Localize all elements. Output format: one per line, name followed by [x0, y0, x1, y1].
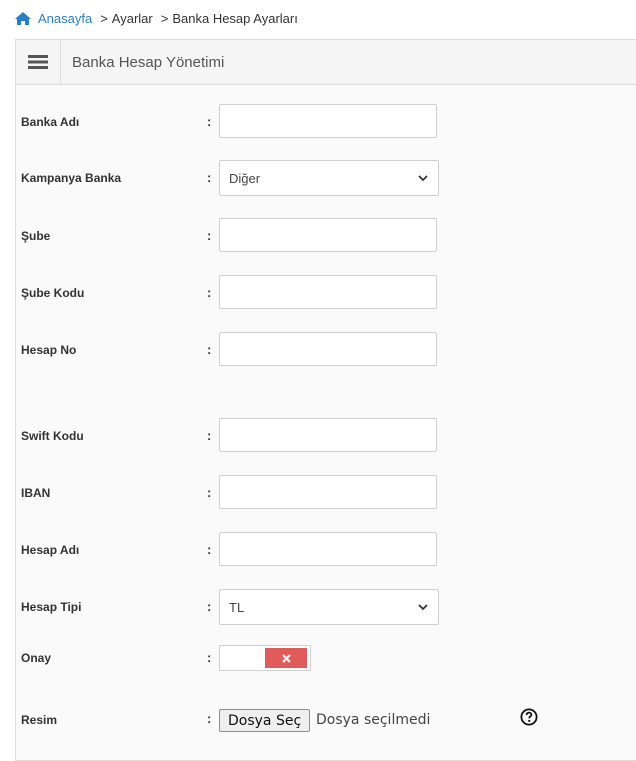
panel-header: Banka Hesap Yönetimi: [16, 40, 636, 85]
swift-code-label: Swift Kodu: [21, 429, 84, 443]
toggle-off-indicator: [265, 648, 307, 668]
colon: :: [207, 342, 212, 357]
breadcrumb-home-link[interactable]: Anasayfa: [14, 11, 92, 26]
account-type-label: Hesap Tipi: [21, 600, 82, 614]
colon: :: [207, 599, 212, 614]
colon: :: [207, 428, 212, 443]
account-type-select[interactable]: TL: [219, 589, 439, 625]
branch-input[interactable]: [219, 218, 437, 252]
file-status-text: Dosya seçilmedi: [316, 712, 431, 728]
campaign-bank-select[interactable]: Diğer: [219, 160, 439, 196]
chevron-down-icon: [418, 603, 428, 610]
campaign-bank-selected-value: Diğer: [229, 170, 261, 186]
branch-label: Şube: [21, 229, 51, 243]
hamburger-icon: [28, 55, 48, 69]
form-row-approval: Onay :: [16, 645, 636, 682]
breadcrumb-home-label: Anasayfa: [38, 10, 93, 26]
colon: :: [207, 228, 212, 243]
colon: :: [207, 285, 212, 300]
form-row-campaign-bank: Kampanya Banka : Diğer: [16, 160, 636, 196]
colon: :: [207, 650, 212, 665]
home-icon: [15, 11, 31, 25]
form-row-branch: Şube :: [16, 218, 636, 254]
branch-code-input[interactable]: [219, 275, 437, 309]
account-name-input[interactable]: [219, 532, 437, 566]
branch-code-label: Şube Kodu: [21, 286, 85, 300]
form-row-account-name: Hesap Adı :: [16, 532, 636, 568]
account-no-label: Hesap No: [21, 343, 77, 357]
image-label: Resim: [21, 713, 58, 727]
bank-account-panel: Banka Hesap Yönetimi Banka Adı : Kampany…: [15, 39, 636, 761]
form-row-swift-code: Swift Kodu :: [16, 418, 636, 454]
colon: :: [207, 114, 212, 129]
colon: :: [207, 170, 212, 185]
chevron-down-icon: [418, 174, 428, 181]
colon: :: [207, 711, 212, 726]
breadcrumb-separator: >: [160, 10, 169, 26]
menu-toggle-button[interactable]: [16, 40, 61, 84]
form-row-iban: IBAN :: [16, 475, 636, 511]
swift-code-input[interactable]: [219, 418, 437, 452]
help-icon[interactable]: [520, 708, 538, 726]
breadcrumb-separator: >: [100, 10, 108, 26]
bank-name-input[interactable]: [219, 104, 437, 138]
panel-title: Banka Hesap Yönetimi: [72, 53, 225, 71]
iban-input[interactable]: [219, 475, 437, 509]
bank-name-label: Banka Adı: [21, 115, 80, 129]
choose-file-button[interactable]: Dosya Seç: [219, 709, 311, 732]
breadcrumb: Anasayfa > Ayarlar > Banka Hesap Ayarlar…: [14, 8, 298, 28]
approval-toggle[interactable]: [219, 645, 311, 671]
campaign-bank-label: Kampanya Banka: [21, 171, 122, 185]
form-row-account-no: Hesap No :: [16, 332, 636, 368]
account-name-label: Hesap Adı: [21, 543, 80, 557]
close-icon: [281, 653, 291, 663]
form-row-branch-code: Şube Kodu :: [16, 275, 636, 311]
colon: :: [207, 542, 212, 557]
account-type-selected-value: TL: [229, 599, 245, 615]
iban-label: IBAN: [21, 486, 51, 500]
approval-label: Onay: [21, 651, 52, 665]
form-row-image: Resim : Dosya Seç Dosya seçilmedi: [16, 708, 636, 748]
breadcrumb-item-settings[interactable]: Ayarlar: [112, 11, 153, 26]
form-row-bank-name: Banka Adı :: [16, 104, 636, 140]
breadcrumb-item-bank-account-settings: Banka Hesap Ayarları: [172, 10, 298, 26]
account-no-input[interactable]: [219, 332, 437, 366]
form-row-account-type: Hesap Tipi : TL: [16, 589, 636, 625]
colon: :: [207, 485, 212, 500]
